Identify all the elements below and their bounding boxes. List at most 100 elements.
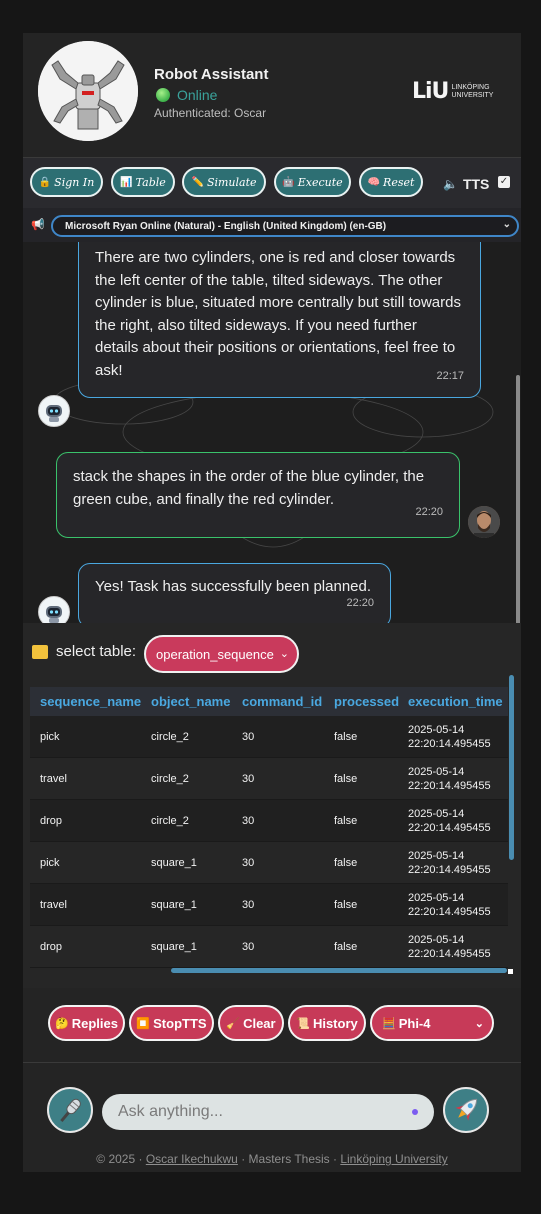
microphone-button[interactable] (47, 1087, 93, 1133)
table-cell: circle_2 (141, 799, 232, 842)
voice-select[interactable]: Microsoft Ryan Online (Natural) - Englis… (51, 215, 519, 237)
table-button[interactable]: 📊 Table (111, 167, 175, 197)
tts-label: TTS (462, 176, 490, 192)
pencil-icon: ✏️ (191, 176, 204, 188)
execute-label: Execute (297, 175, 343, 189)
history-label: History (312, 1015, 358, 1031)
reset-button[interactable]: 🧠 Reset (359, 167, 423, 197)
table-header-row: sequence_name object_name command_id pro… (30, 687, 508, 716)
select-table-text: select table: (56, 643, 137, 660)
table-cell: square_1 (141, 925, 232, 968)
brain-icon: 🧠 (367, 176, 381, 188)
model-select[interactable]: 🧮 Phi-4 ⌄ (370, 1005, 494, 1041)
column-header[interactable]: object_name (141, 687, 232, 716)
chat-area[interactable]: There are two cylinders, one is red and … (23, 242, 521, 623)
university-link[interactable]: Linköping University (340, 1152, 447, 1166)
table-horizontal-scrollbar[interactable] (171, 968, 507, 973)
chat-scrollbar[interactable] (516, 375, 520, 623)
action-bar: 🤔 Replies ⏹️ StopTTS 🧹 Clear 📜 History 🧮 Phi-… (23, 988, 521, 1063)
toolbar: 🔒 Sign In 📊 Table ✏️ Simulate 🤖 Execute 🧠 Res… (23, 157, 521, 208)
column-header[interactable]: sequence_name (30, 687, 141, 716)
robot-face-icon (46, 405, 62, 422)
tts-checkbox[interactable]: ✓ (498, 176, 510, 188)
thinking-face-icon: 🤔 (55, 1017, 69, 1030)
broom-icon: 🧹 (226, 1017, 241, 1030)
voice-bar: 📢 Microsoft Ryan Online (Natural) - Engl… (23, 208, 521, 242)
input-indicator-dot (412, 1109, 418, 1115)
table-cell: 2025-05-14 22:20:14.495455 (398, 757, 508, 800)
table-cell: circle_2 (141, 716, 232, 758)
footer-middle-text: · Masters Thesis · (237, 1152, 341, 1166)
clear-label: Clear (243, 1015, 276, 1031)
clear-button[interactable]: 🧹 Clear (218, 1005, 284, 1041)
author-link[interactable]: Oscar Ikechukwu (146, 1152, 238, 1166)
logo-text: LINKÖPING UNIVERSITY (451, 84, 493, 100)
tts-toggle-label: 🔈 TTS (443, 176, 489, 192)
column-header[interactable]: processed (324, 687, 399, 716)
bot-avatar (38, 395, 70, 427)
table-row: pick square_1 30 false 2025-05-14 22:20:… (30, 841, 508, 884)
stop-tts-button[interactable]: ⏹️ StopTTS (129, 1005, 214, 1041)
message-text: There are two cylinders, one is red and … (95, 249, 461, 379)
reset-label: Reset (383, 175, 415, 189)
chat-input-placeholder: Ask anything... (118, 1103, 223, 1120)
bot-message: There are two cylinders, one is red and … (78, 242, 481, 398)
table-row: drop circle_2 30 false 2025-05-14 22:20:… (30, 799, 508, 842)
scrollbar-corner (508, 969, 513, 974)
send-button[interactable] (443, 1087, 489, 1133)
table-cell: 2025-05-14 22:20:14.495455 (398, 883, 508, 926)
table-cell: 30 (232, 841, 324, 884)
stop-icon: ⏹️ (136, 1017, 151, 1030)
replies-button[interactable]: 🤔 Replies (48, 1005, 125, 1041)
message-time: 22:17 (436, 369, 464, 382)
table-label: Table (135, 175, 166, 189)
execute-button[interactable]: 🤖 Execute (274, 167, 351, 197)
online-dot-icon (156, 88, 170, 102)
stop-tts-label: StopTTS (153, 1015, 207, 1031)
column-header[interactable]: command_id (232, 687, 324, 716)
app-title: Robot Assistant (154, 66, 269, 83)
table-cell: 30 (232, 883, 324, 926)
sign-in-button[interactable]: 🔒 Sign In (30, 167, 103, 197)
robot-face-icon (46, 606, 62, 623)
logo-mark: LiU (412, 79, 449, 104)
table-select[interactable]: operation_sequence ⌄ (144, 635, 299, 673)
model-select-value: Phi-4 (398, 1015, 431, 1031)
status-text: Online (177, 87, 218, 103)
replies-label: Replies (71, 1015, 118, 1031)
chat-input[interactable]: Ask anything... (102, 1094, 434, 1130)
message-text: stack the shapes in the order of the blu… (73, 468, 425, 508)
column-header[interactable]: execution_time (398, 687, 508, 716)
table-cell: travel (30, 757, 141, 800)
bot-avatar (38, 596, 70, 623)
input-bar: Ask anything... © 2025 · Oscar Ikechukwu… (23, 1063, 521, 1172)
table-cell: 30 (232, 799, 324, 842)
folder-icon (32, 644, 48, 659)
table-cell: 2025-05-14 22:20:14.495455 (398, 799, 508, 842)
table-cell: false (324, 716, 398, 758)
table-cell: false (324, 757, 398, 800)
message-time: 22:20 (415, 505, 443, 518)
table-cell: 2025-05-14 22:20:14.495455 (398, 841, 508, 884)
table-cell: 30 (232, 925, 324, 968)
app-window: Robot Assistant Online Authenticated: Os… (23, 33, 521, 1172)
chart-icon: 📊 (120, 176, 133, 188)
logo-text-line-2: UNIVERSITY (451, 91, 494, 99)
table-cell: false (324, 925, 398, 968)
megaphone-icon: 📢 (31, 219, 45, 231)
status-indicator: Online (156, 87, 217, 103)
voice-selected-value: Microsoft Ryan Online (Natural) - Englis… (65, 220, 387, 232)
speaker-icon: 🔈 (443, 177, 458, 191)
microphone-icon (60, 1098, 81, 1123)
table-vertical-scrollbar[interactable] (509, 675, 514, 860)
bot-message: Yes! Task has successfully been planned.… (78, 563, 391, 623)
table-section: select table: operation_sequence ⌄ seque… (23, 623, 521, 988)
auth-text: Authenticated: Oscar (154, 106, 267, 120)
table-cell: travel (30, 883, 141, 926)
chevron-down-icon: ⌄ (279, 648, 289, 660)
simulate-button[interactable]: ✏️ Simulate (182, 167, 266, 197)
rocket-icon (455, 1098, 478, 1121)
history-button[interactable]: 📜 History (288, 1005, 366, 1041)
table-cell: pick (30, 716, 141, 758)
user-message: stack the shapes in the order of the blu… (56, 452, 460, 538)
